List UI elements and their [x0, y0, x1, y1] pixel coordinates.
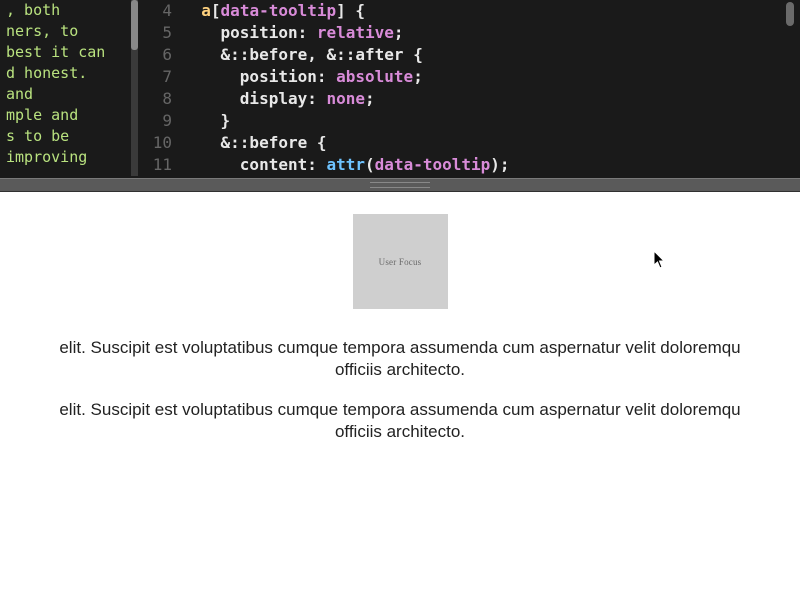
- left-pane-line: improving: [6, 147, 132, 168]
- code-line[interactable]: }: [182, 110, 800, 132]
- paragraph-1-line-1: elit. Suscipit est voluptatibus cumque t…: [0, 337, 800, 359]
- token-punc: ;: [413, 67, 423, 86]
- left-pane-line: best it can: [6, 42, 132, 63]
- code-line[interactable]: display: none;: [182, 88, 800, 110]
- token-brace: &::before {: [221, 133, 327, 152]
- code-line[interactable]: &::before, &::after {: [182, 44, 800, 66]
- line-number: 8: [138, 88, 172, 110]
- left-pane-line: , both: [6, 0, 132, 21]
- code-line[interactable]: a[data-tooltip] {: [182, 0, 800, 22]
- token-punc: :: [298, 23, 317, 42]
- token-prop: position: [240, 67, 317, 86]
- code-editor[interactable]: 4567891011 a[data-tooltip] { position: r…: [138, 0, 800, 178]
- line-number: 7: [138, 66, 172, 88]
- token-val: none: [327, 89, 366, 108]
- token-punc: :: [307, 155, 326, 174]
- left-pane-line: s to be: [6, 126, 132, 147]
- editor-split: , bothners, tobest it cand honest.andmpl…: [0, 0, 800, 178]
- left-pane: , bothners, tobest it cand honest.andmpl…: [0, 0, 138, 178]
- paragraph-2: elit. Suscipit est voluptatibus cumque t…: [0, 399, 800, 443]
- token-brace: }: [221, 111, 231, 130]
- left-pane-line: and: [6, 84, 132, 105]
- editor-scrollbar-thumb[interactable]: [786, 2, 794, 26]
- code-line[interactable]: content: attr(data-tooltip);: [182, 154, 800, 176]
- paragraph-2-line-2: officiis architecto.: [0, 421, 800, 443]
- line-number: 9: [138, 110, 172, 132]
- paragraph-1-line-2: officiis architecto.: [0, 359, 800, 381]
- token-punc: (: [365, 155, 375, 174]
- code-line[interactable]: position: absolute;: [182, 66, 800, 88]
- token-brace: &::before, &::after {: [221, 45, 423, 64]
- pane-divider[interactable]: [0, 178, 800, 192]
- paragraph-2-line-1: elit. Suscipit est voluptatibus cumque t…: [0, 399, 800, 421]
- code-line[interactable]: position: relative;: [182, 22, 800, 44]
- token-punc: ]: [336, 1, 346, 20]
- token-punc: [: [211, 1, 221, 20]
- line-number: 6: [138, 44, 172, 66]
- line-number: 5: [138, 22, 172, 44]
- token-prop: position: [221, 23, 298, 42]
- token-punc: :: [307, 89, 326, 108]
- code-line[interactable]: &::before {: [182, 132, 800, 154]
- left-scrollbar-thumb[interactable]: [131, 0, 138, 50]
- token-punc: ;: [365, 89, 375, 108]
- left-pane-line: mple and: [6, 105, 132, 126]
- token-punc: ;: [394, 23, 404, 42]
- line-number: 11: [138, 154, 172, 176]
- token-arg: data-tooltip: [221, 1, 337, 20]
- token-punc: :: [317, 67, 336, 86]
- token-val: absolute: [336, 67, 413, 86]
- token-punc: ;: [500, 155, 510, 174]
- left-scrollbar[interactable]: [131, 0, 138, 176]
- line-gutter: 4567891011: [138, 0, 182, 176]
- token-val: relative: [317, 23, 394, 42]
- left-pane-line: d honest.: [6, 63, 132, 84]
- token-prop: display: [240, 89, 307, 108]
- token-brace: {: [346, 1, 365, 20]
- token-func: attr: [327, 155, 366, 174]
- line-number: 10: [138, 132, 172, 154]
- paragraph-1: elit. Suscipit est voluptatibus cumque t…: [0, 337, 800, 381]
- left-pane-line: ners, to: [6, 21, 132, 42]
- token-sel: a: [201, 1, 211, 20]
- code-area[interactable]: a[data-tooltip] { position: relative; &:…: [182, 0, 800, 176]
- token-punc: ): [490, 155, 500, 174]
- token-prop: content: [240, 155, 307, 174]
- line-number: 4: [138, 0, 172, 22]
- tooltip-thumbnail-label: User Focus: [379, 257, 422, 267]
- tooltip-thumbnail[interactable]: User Focus: [353, 214, 448, 309]
- preview-pane: User Focus elit. Suscipit est voluptatib…: [0, 192, 800, 600]
- token-arg: data-tooltip: [375, 155, 491, 174]
